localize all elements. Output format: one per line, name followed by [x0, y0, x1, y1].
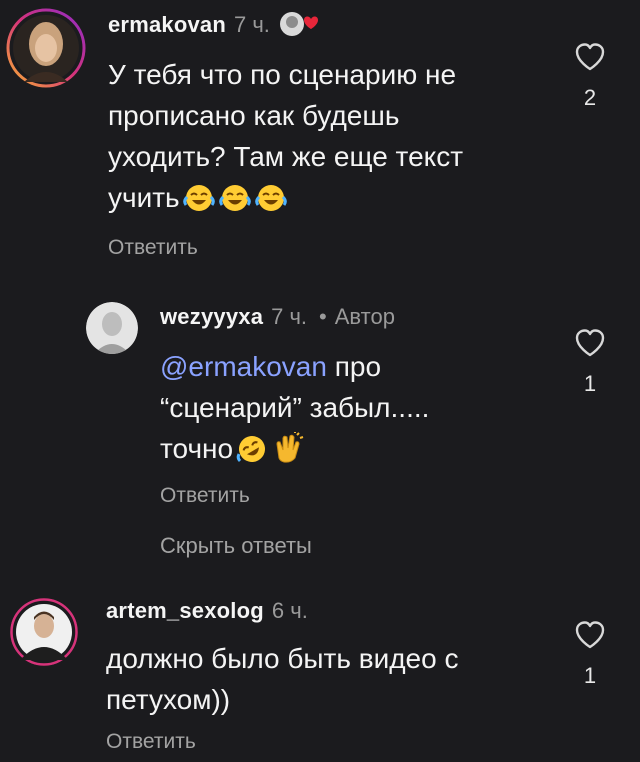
comment-text-line: @ermakovan про	[160, 346, 540, 387]
comment-text-line: точно	[160, 433, 234, 464]
comment-text-line: петухом))	[106, 684, 231, 715]
avatar-image	[86, 302, 138, 354]
like-control[interactable]: 1	[570, 328, 610, 397]
timestamp: 6 ч.	[271, 598, 308, 623]
reply-wezyyyxa: wezyyyxa 7 ч. • Автор @ermakovan про “сц…	[0, 290, 640, 520]
heart-icon[interactable]	[574, 42, 606, 72]
username[interactable]: wezyyyxa	[160, 304, 263, 330]
tears-of-joy-emoji	[218, 183, 252, 224]
comment-text-line: должно было быть видео с	[106, 643, 459, 674]
liked-by-author-icon	[278, 10, 322, 40]
comment-text-line: прописано как будешь	[108, 100, 400, 131]
reply-button[interactable]: Ответить	[106, 730, 196, 754]
username[interactable]: artem_sexolog	[106, 598, 264, 624]
comment-meta: ermakovan 7 ч.	[108, 10, 322, 40]
tears-of-joy-emoji	[182, 183, 216, 224]
comment-text-line-with-emoji: учить	[108, 177, 538, 224]
comment-text-line-with-emoji: точно	[160, 428, 540, 475]
comment-text-fragment: про	[326, 351, 382, 382]
comment-meta: wezyyyxa 7 ч. • Автор	[160, 304, 395, 330]
comment-meta: artem_sexolog 6 ч.	[106, 598, 308, 624]
rolling-laughing-emoji	[235, 434, 269, 475]
avatar[interactable]	[86, 302, 138, 354]
like-control[interactable]: 1	[570, 620, 610, 689]
mention-link[interactable]: @ermakovan	[160, 351, 327, 382]
comment-artem-sexolog: artem_sexolog 6 ч. должно было быть виде…	[0, 590, 640, 762]
clapping-hands-emoji	[271, 432, 305, 475]
avatar-story-ring-image	[10, 598, 78, 666]
separator-dot: •	[319, 304, 327, 329]
reply-button[interactable]: Ответить	[160, 484, 250, 508]
comment-text: должно было быть видео с петухом))	[106, 638, 546, 720]
reply-button[interactable]: Ответить	[108, 236, 198, 260]
avatar[interactable]	[6, 8, 86, 88]
comment-text-line: учить	[108, 182, 180, 213]
like-count: 1	[583, 371, 597, 396]
like-count: 1	[583, 663, 597, 688]
comment-text-line: У тебя что по сценарию не	[108, 59, 457, 90]
timestamp: 7 ч.	[233, 12, 270, 37]
heart-icon[interactable]	[574, 620, 606, 650]
like-control[interactable]: 2	[570, 42, 610, 111]
username[interactable]: ermakovan	[108, 12, 226, 38]
timestamp: 7 ч.	[271, 304, 308, 329]
like-count: 2	[583, 85, 597, 110]
author-badge: Автор	[334, 304, 395, 329]
comment-text: У тебя что по сценарию не прописано как …	[108, 54, 538, 224]
comment-text-line: “сценарий” забыл.....	[160, 392, 430, 423]
avatar-story-ring-image	[6, 8, 86, 88]
avatar[interactable]	[10, 598, 78, 666]
comment-text-line: уходить? Там же еще текст	[108, 141, 464, 172]
comment-ermakovan: ermakovan 7 ч. У тебя что по сценарию не…	[0, 0, 640, 270]
tears-of-joy-emoji	[254, 183, 288, 224]
comment-text: @ermakovan про “сценарий” забыл..... точ…	[160, 346, 540, 475]
hide-replies-button[interactable]: Скрыть ответы	[160, 533, 312, 559]
heart-icon[interactable]	[574, 328, 606, 358]
